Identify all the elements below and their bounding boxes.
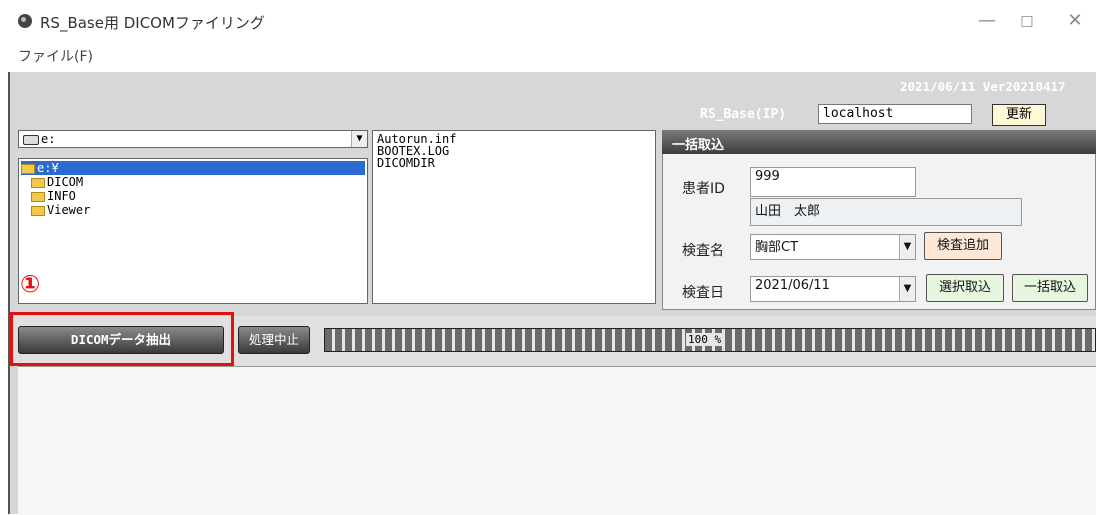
tree-item-dicom[interactable]: DICOM [31,175,83,189]
folder-icon [21,163,35,174]
exam-name-label: 検査名 [682,243,724,259]
add-exam-button[interactable]: 検査追加 [924,232,1002,260]
stop-processing-button[interactable]: 処理中止 [238,326,310,354]
patient-id-input[interactable]: 999 [750,167,916,197]
highlight-box [10,312,234,366]
exam-name-select[interactable]: 胸部CT ▼ [750,234,916,260]
folder-tree[interactable]: e:¥ DICOM INFO Viewer [18,158,368,304]
close-button[interactable]: ✕ [1060,10,1090,32]
maximize-button[interactable]: □ [1012,10,1042,32]
chevron-down-icon[interactable]: ▼ [899,277,915,301]
folder-icon [31,205,45,216]
chevron-down-icon[interactable]: ▼ [899,235,915,259]
client-edge [8,72,10,514]
drive-label: e: [41,132,56,146]
exam-name-value: 胸部CT [755,240,799,255]
ip-input[interactable]: localhost [818,104,972,124]
step-marker: ① [20,270,41,298]
window-title: RS_Base用 DICOMファイリング [40,14,265,32]
folder-icon [31,177,45,188]
ip-label: RS_Base(IP) [700,107,787,122]
tree-item-label: Viewer [47,203,91,217]
app-icon [18,14,32,28]
file-item[interactable]: DICOMDIR [377,157,435,169]
batch-import-button[interactable]: 一括取込 [1012,274,1088,302]
tree-item-root[interactable]: e:¥ [21,161,365,175]
progress-label: 100 % [686,333,724,346]
chevron-down-icon[interactable]: ▼ [351,131,367,147]
minimize-button[interactable]: — [972,10,1002,32]
exam-date-label: 検査日 [682,285,724,301]
folder-icon [31,191,45,202]
patient-id-label: 患者ID [682,181,725,197]
drive-select[interactable]: e: ▼ [18,130,368,148]
tree-item-info[interactable]: INFO [31,189,76,203]
exam-date-select[interactable]: 2021/06/11 ▼ [750,276,916,302]
version-label: 2021/06/11 Ver20210417 [900,79,1066,94]
refresh-button[interactable]: 更新 [992,104,1046,126]
menu-file[interactable]: ファイル(F) [18,46,93,66]
tree-item-label: e:¥ [37,161,59,175]
tree-item-viewer[interactable]: Viewer [31,203,90,217]
patient-name-field: 山田 太郎 [750,198,1022,226]
log-area [18,366,1096,515]
panel-title: 一括取込 [672,138,725,153]
drive-select-value: e: [23,132,55,146]
exam-date-value: 2021/06/11 [755,278,830,293]
tree-item-label: INFO [47,189,76,203]
file-list[interactable]: Autorun.inf BOOTEX.LOG DICOMDIR [372,130,656,304]
select-import-button[interactable]: 選択取込 [926,274,1004,302]
tree-item-label: DICOM [47,175,84,189]
menu-bar [0,42,1096,66]
drive-icon [23,134,39,145]
panel-header [662,130,1096,154]
